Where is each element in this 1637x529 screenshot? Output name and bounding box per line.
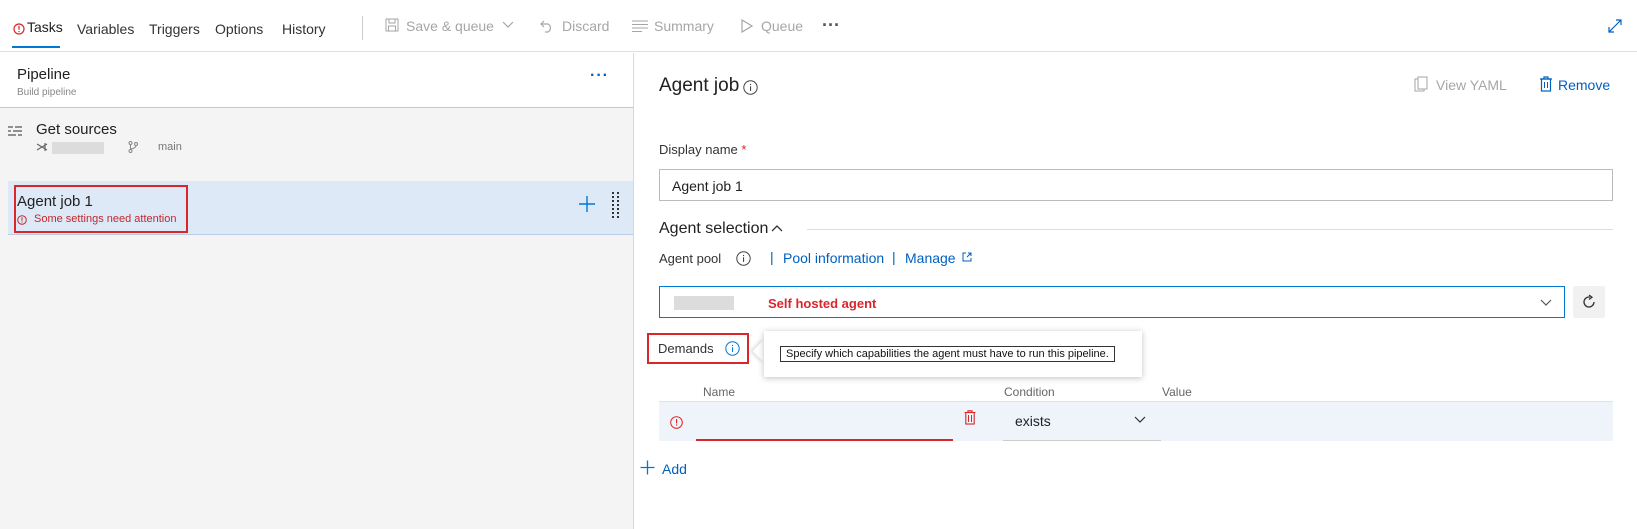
view-yaml-button[interactable]: View YAML [1414,75,1544,95]
agent-selection-title: Agent selection [659,220,769,237]
remove-button[interactable]: Remove [1539,75,1629,95]
error-icon [670,416,683,429]
display-name-label-text: Display name [659,142,738,157]
sources-icon [8,126,22,138]
undo-icon [540,20,552,33]
display-name-input[interactable]: Agent job 1 [659,169,1613,201]
refresh-icon [1581,294,1597,310]
chevron-up-icon [771,224,783,232]
pipeline-panel: Pipeline Build pipeline ··· Get sources … [0,53,634,529]
add-label: Add [662,461,687,477]
tab-history[interactable]: History [282,21,326,37]
pipeline-title: Pipeline [17,66,71,83]
column-header-condition: Condition [1004,385,1055,399]
page-title: Agent job [659,75,740,96]
redacted-repo-name [52,142,104,154]
get-sources-item[interactable]: Get sources main [0,109,633,167]
agent-pool-value: Self hosted agent [768,296,877,311]
agent-pool-dropdown[interactable]: Self hosted agent [659,286,1565,318]
clipboard-icon [1414,76,1428,92]
name-error-underline [696,439,953,441]
pipeline-subtitle: Build pipeline [17,87,77,98]
queue-label: Queue [761,18,804,34]
display-name-label: Display name * [659,142,746,157]
chevron-down-icon [1540,299,1552,307]
summary-label: Summary [654,18,714,34]
demands-label: Demands [658,341,714,356]
manage-link[interactable]: Manage [905,250,956,266]
get-sources-title: Get sources [36,121,117,138]
info-icon[interactable] [743,80,758,95]
trash-icon [1539,76,1553,92]
agent-selection-toggle[interactable]: Agent selection [659,211,804,237]
repo-icon [36,142,48,152]
required-mark: * [741,142,747,157]
active-tab-indicator [12,46,60,48]
top-toolbar: Tasks Variables Triggers Options History… [0,0,1637,52]
demands-info-icon[interactable] [725,341,740,356]
agent-job-title: Agent job 1 [17,193,93,210]
remove-label: Remove [1558,77,1611,93]
pool-information-link[interactable]: Pool information [783,250,884,266]
column-header-name: Name [703,385,736,399]
agent-job-details: Agent job View YAML Remove Display name … [634,53,1637,529]
plus-icon [640,460,655,475]
error-icon [13,23,25,35]
agent-pool-label: Agent pool [659,251,722,266]
pipeline-header[interactable]: Pipeline Build pipeline ··· [0,53,633,108]
external-link-icon[interactable] [962,252,972,262]
delete-demand-icon[interactable] [964,410,976,425]
condition-value: exists [1015,413,1051,429]
column-header-value: Value [1162,385,1192,399]
redacted-pool-icon [674,296,734,310]
demand-name-input[interactable] [696,404,953,440]
tab-options[interactable]: Options [215,21,263,37]
add-task-icon[interactable] [578,195,596,213]
view-yaml-label: View YAML [1436,77,1507,93]
play-icon [741,19,753,33]
refresh-button[interactable] [1573,286,1605,318]
more-actions-button[interactable]: ··· [822,15,840,36]
warning-icon [17,215,27,225]
chevron-down-icon [1134,416,1146,424]
link-separator: | [892,249,896,265]
chevron-down-icon [502,21,514,28]
section-divider [807,229,1613,230]
discard-label: Discard [562,18,610,34]
tooltip-text: Specify which capabilities the agent mus… [780,346,1115,362]
branch-name: main [158,141,182,153]
list-icon [632,20,648,32]
link-separator: | [770,249,774,265]
add-demand-button[interactable]: Add [640,458,700,478]
save-icon [385,18,399,32]
tab-triggers[interactable]: Triggers [149,21,200,37]
tab-tasks[interactable]: Tasks [27,19,63,35]
branch-icon [128,141,138,153]
save-queue-label: Save & queue [406,18,494,34]
agent-job-warning: Some settings need attention [34,213,177,225]
expand-icon[interactable] [1608,19,1622,33]
toolbar-divider [362,16,363,40]
drag-handle-icon[interactable] [612,192,620,220]
demands-tooltip: Specify which capabilities the agent mus… [764,331,1142,377]
tab-variables[interactable]: Variables [77,21,134,37]
pipeline-more-button[interactable]: ··· [590,67,609,85]
agent-pool-info-icon[interactable] [736,251,751,266]
